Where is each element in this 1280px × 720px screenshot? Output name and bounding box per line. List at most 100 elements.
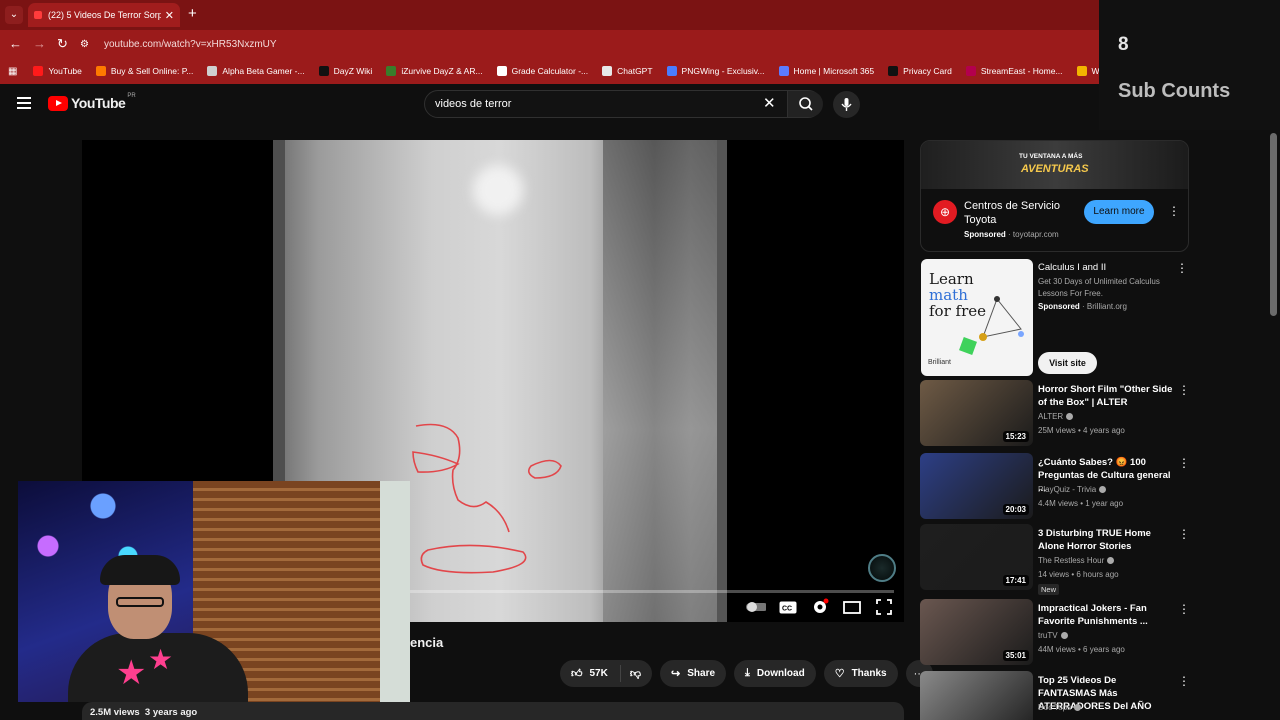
youtube-play-logo-icon [48, 95, 68, 111]
microphone-icon [841, 98, 852, 111]
fullscreen-icon[interactable] [874, 599, 894, 615]
browser-tab[interactable]: (22) 5 Videos De Terror Sorprend ✕ [28, 3, 180, 27]
search-input[interactable]: videos de terror [435, 98, 511, 110]
ad-domain: toyotapr.com [1012, 230, 1059, 239]
hamburger-menu-icon[interactable] [17, 97, 31, 109]
sub-count-label: Sub Counts [1118, 80, 1231, 102]
clear-search-icon[interactable]: ✕ [763, 96, 776, 112]
toyota-logo-icon: ⊕ [933, 200, 957, 224]
video-duration: 17:41 [1002, 575, 1029, 586]
youtube-logo[interactable]: YouTube PR [48, 93, 136, 111]
channel-name[interactable]: The Restless Hour [1038, 556, 1115, 565]
video-meta: 4.4M views • 1 year ago [1038, 499, 1124, 508]
description-box[interactable]: 2.5M views 3 years ago [82, 702, 904, 720]
learn-more-button[interactable]: Learn more [1084, 200, 1154, 224]
sub-count-overlay: 8 Sub Counts [1099, 0, 1280, 130]
voice-search-button[interactable] [833, 91, 860, 118]
page-scrollbar[interactable] [1270, 133, 1277, 316]
bookmarks-bar: ▦ YouTube Buy & Sell Online: P... Alpha Be… [0, 58, 1099, 84]
back-arrow-icon[interactable]: ← [9, 36, 22, 52]
video-title[interactable]: Impractical Jokers - Fan Favorite Punish… [1038, 602, 1174, 628]
theater-mode-icon[interactable] [842, 599, 862, 615]
forward-arrow-icon[interactable]: → [33, 36, 46, 52]
bookmark-item[interactable]: PNGWing - Exclusiv... [666, 66, 765, 76]
like-count[interactable]: 57K [590, 668, 608, 679]
visit-site-button[interactable]: Visit site [1038, 352, 1097, 374]
tab-close-icon[interactable]: ✕ [165, 9, 174, 22]
video-thumbnail[interactable]: 20:03 [920, 453, 1033, 519]
recommended-video[interactable]: 15:23 Horror Short Film "Other Side of th… [920, 380, 1190, 450]
thumbs-up-icon[interactable]: 👍︎ [571, 667, 583, 680]
sponsored-ad-card[interactable]: TU VENTANA A MÁS AVENTURAS ⊕ Centros de … [920, 140, 1189, 252]
thanks-heart-icon: ♡ [834, 668, 845, 680]
bookmark-label: PNGWing - Exclusiv... [681, 66, 765, 76]
channel-name[interactable]: Doc Tops [1038, 703, 1082, 712]
video-title[interactable]: Horror Short Film "Other Side of the Box… [1038, 383, 1174, 409]
bookmark-item[interactable]: Grade Calculator -... [496, 66, 588, 76]
video-menu-icon[interactable]: ⋮ [1178, 603, 1190, 615]
address-bar: ← → ↻ ⚙ youtube.com/watch?v=xHR53NxzmUY [0, 30, 1099, 58]
bookmark-item[interactable]: Privacy Card [888, 66, 952, 76]
promo-thumbnail[interactable]: Learn math for free Brilliant [921, 259, 1033, 376]
search-button[interactable] [787, 91, 823, 117]
ad-banner-image[interactable]: TU VENTANA A MÁS AVENTURAS [921, 141, 1188, 189]
bookmark-favicon-icon [965, 66, 976, 76]
bookmark-favicon-icon [33, 66, 44, 76]
channel-watermark[interactable] [868, 554, 896, 582]
video-menu-icon[interactable]: ⋮ [1178, 384, 1190, 396]
recommended-video[interactable]: 17:41 3 Disturbing TRUE Home Alone Horror… [920, 524, 1190, 595]
video-thumbnail[interactable]: 15:23 [920, 380, 1033, 446]
new-tab-button[interactable]: + [188, 6, 197, 22]
settings-gear-icon[interactable] [810, 598, 830, 615]
apps-grid-icon[interactable]: ▦ [8, 66, 17, 77]
search-box[interactable]: videos de terror ✕ [424, 90, 823, 118]
channel-name[interactable]: ALTER [1038, 412, 1074, 421]
svg-text:CC: CC [782, 605, 792, 612]
promo-title[interactable]: Calculus I and II [1038, 261, 1174, 274]
bookmark-favicon-icon [207, 66, 218, 76]
video-menu-icon[interactable]: ⋮ [1178, 675, 1190, 687]
thumbs-down-icon[interactable]: 👎︎ [630, 667, 641, 680]
bookmark-item[interactable]: Home | Microsoft 365 [778, 66, 875, 76]
recommended-video[interactable]: 35:01 Impractical Jokers - Fan Favorite P… [920, 599, 1190, 669]
promo-menu-icon[interactable]: ⋮ [1176, 262, 1188, 274]
bookmark-item[interactable]: StreamEast - Home... [965, 66, 1063, 76]
video-menu-icon[interactable]: ⋮ [1178, 528, 1190, 540]
bookmark-item[interactable]: Buy & Sell Online: P... [95, 66, 193, 76]
bookmark-label: Alpha Beta Gamer -... [222, 66, 305, 76]
download-label: Download [756, 668, 805, 679]
bookmark-item[interactable]: Watch Movies & Ser... [1076, 66, 1099, 76]
download-button[interactable]: ⤓ Download [734, 660, 816, 687]
streamer-person: ★ ★ [68, 555, 248, 702]
channel-name[interactable]: PlayQuiz - Trivia [1038, 485, 1107, 494]
video-title[interactable]: 3 Disturbing TRUE Home Alone Horror Stor… [1038, 527, 1174, 553]
ad-title[interactable]: Centros de Servicio Toyota [964, 199, 1084, 227]
player-controls: CC [746, 598, 894, 615]
share-button[interactable]: ↪ Share [660, 660, 727, 687]
url-field[interactable]: ⚙ youtube.com/watch?v=xHR53NxzmUY [80, 34, 1090, 54]
tab-search-button[interactable]: ⌄ [5, 6, 23, 24]
recommended-video[interactable]: Top 25 Videos De FANTASMAS Más ATERRADOR… [920, 671, 1190, 720]
video-duration: 15:23 [1002, 431, 1029, 442]
youtube-wordmark: YouTube [71, 95, 126, 111]
site-info-icon[interactable]: ⚙ [80, 39, 94, 50]
thanks-button[interactable]: ♡ Thanks [823, 660, 898, 687]
channel-name[interactable]: truTV [1038, 631, 1068, 640]
recommended-video[interactable]: 20:03 ¿Cuánto Sabes? 😡 100 Preguntas de C… [920, 453, 1190, 523]
bookmark-label: Home | Microsoft 365 [793, 66, 875, 76]
bookmark-item[interactable]: Alpha Beta Gamer -... [207, 66, 305, 76]
ad-menu-icon[interactable]: ⋮ [1168, 205, 1180, 217]
reload-icon[interactable]: ↻ [57, 36, 68, 52]
bookmark-item[interactable]: iZurvive DayZ & AR... [386, 66, 483, 76]
video-thumbnail[interactable]: 35:01 [920, 599, 1033, 665]
video-thumbnail[interactable]: 17:41 [920, 524, 1033, 590]
bookmark-item[interactable]: YouTube [33, 66, 82, 76]
bookmark-favicon-icon [386, 66, 397, 76]
autoplay-toggle[interactable] [746, 599, 766, 615]
video-menu-icon[interactable]: ⋮ [1178, 457, 1190, 469]
video-thumbnail[interactable] [920, 671, 1033, 720]
bookmark-item[interactable]: DayZ Wiki [318, 66, 372, 76]
bookmark-item[interactable]: ChatGPT [602, 66, 653, 76]
captions-icon[interactable]: CC [778, 599, 798, 615]
promo-sponsored-label: Sponsored [1038, 302, 1080, 311]
